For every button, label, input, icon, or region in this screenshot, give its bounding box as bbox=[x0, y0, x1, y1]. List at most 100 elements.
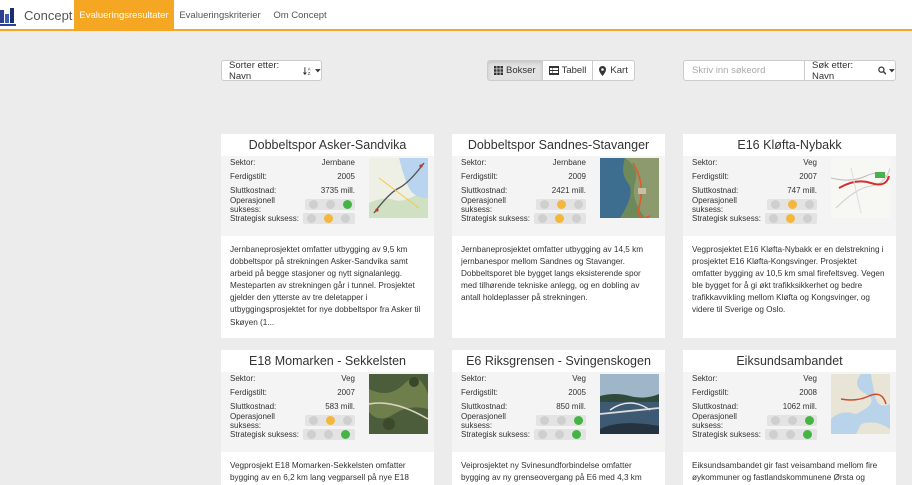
search-by-dropdown-button[interactable]: Søk etter: Navn bbox=[804, 59, 896, 82]
operational-traffic-light bbox=[305, 199, 355, 210]
project-thumbnail[interactable] bbox=[831, 158, 890, 218]
operational-traffic-light bbox=[305, 415, 355, 426]
status-light-green bbox=[341, 430, 350, 439]
svg-text:Z: Z bbox=[308, 71, 311, 76]
sector-value: Veg bbox=[803, 158, 817, 167]
completed-label: Ferdigstilt: bbox=[230, 172, 267, 181]
project-description: Eiksundsambandet gir fast veisamband mel… bbox=[692, 461, 878, 483]
status-light-yellow bbox=[555, 214, 564, 223]
cost-value: 583 mill. bbox=[325, 402, 355, 411]
cost-label: Sluttkostnad: bbox=[692, 402, 739, 411]
status-light-yellow bbox=[326, 200, 336, 209]
status-light-green bbox=[574, 416, 584, 425]
tab-evaluation-results[interactable]: Evalueringsresultater bbox=[74, 0, 174, 31]
strategic-traffic-light bbox=[534, 429, 586, 440]
tab-about-concept[interactable]: Om Concept bbox=[266, 0, 334, 31]
project-thumbnail[interactable] bbox=[369, 374, 428, 434]
table-icon bbox=[548, 66, 559, 75]
project-description: Jernbaneprosjektet omfatter utbygging av… bbox=[230, 245, 421, 327]
operational-label: Operasjonell suksess: bbox=[461, 411, 506, 430]
caret-down-icon bbox=[889, 68, 895, 72]
completed-label: Ferdigstilt: bbox=[461, 388, 498, 397]
status-light-yellow bbox=[786, 430, 795, 439]
strategic-label: Strategisk suksess: bbox=[461, 214, 530, 223]
satellite-map-image bbox=[600, 158, 659, 218]
concept-logo-icon bbox=[0, 5, 18, 27]
strategic-label: Strategisk suksess: bbox=[692, 430, 761, 439]
sector-label: Sektor: bbox=[461, 158, 487, 167]
status-light-red bbox=[538, 214, 547, 223]
strategic-traffic-light bbox=[303, 429, 355, 440]
status-light-red bbox=[540, 200, 550, 209]
top-navbar: Concept Evalueringsresultater Evaluering… bbox=[0, 0, 912, 31]
view-table-button[interactable]: Tabell bbox=[542, 60, 594, 81]
railway-map-image bbox=[369, 158, 428, 218]
status-light-red bbox=[771, 200, 781, 209]
project-card[interactable]: E18 Momarken - Sekkelsten Sektor: Veg Fer… bbox=[221, 350, 434, 485]
cost-value: 2421 mill. bbox=[551, 186, 586, 195]
view-boxes-button[interactable]: Bokser bbox=[487, 60, 543, 81]
status-light-red bbox=[307, 214, 316, 223]
project-card[interactable]: Eiksundsambandet Sektor: Veg Ferdigstilt:… bbox=[683, 350, 896, 485]
status-light-red bbox=[769, 430, 778, 439]
project-title: Eiksundsambandet bbox=[736, 354, 843, 368]
sort-alpha-icon: A Z bbox=[302, 66, 311, 76]
project-thumbnail[interactable] bbox=[600, 158, 659, 218]
status-light-red bbox=[771, 416, 781, 425]
status-light-yellow bbox=[324, 430, 333, 439]
project-card[interactable]: Dobbeltspor Sandnes-Stavanger Sektor: Jer… bbox=[452, 134, 665, 338]
view-boxes-label: Bokser bbox=[506, 65, 536, 76]
strategic-traffic-light bbox=[765, 429, 817, 440]
status-light-green bbox=[803, 430, 812, 439]
project-title: E16 Kløfta-Nybakk bbox=[737, 138, 842, 152]
brand[interactable]: Concept bbox=[0, 0, 72, 31]
completed-value: 2007 bbox=[799, 172, 817, 181]
brand-name: Concept bbox=[24, 8, 73, 23]
project-title: Dobbeltspor Sandnes-Stavanger bbox=[467, 138, 650, 152]
sector-label: Sektor: bbox=[692, 374, 718, 383]
tab-evaluation-criteria[interactable]: Evalueringskriterier bbox=[174, 0, 266, 31]
sector-value: Jernbane bbox=[321, 158, 355, 167]
operational-label: Operasjonell suksess: bbox=[230, 195, 275, 214]
search-input[interactable] bbox=[683, 60, 805, 81]
cost-value: 3735 mill. bbox=[320, 186, 355, 195]
status-light-yellow bbox=[326, 416, 336, 425]
project-thumbnail[interactable] bbox=[600, 374, 659, 434]
completed-value: 2009 bbox=[568, 172, 586, 181]
operational-label: Operasjonell suksess: bbox=[692, 411, 737, 430]
status-light-red bbox=[309, 200, 319, 209]
project-thumbnail[interactable] bbox=[369, 158, 428, 218]
project-card[interactable]: E6 Riksgrensen - Svingenskogen Sektor: Ve… bbox=[452, 350, 665, 485]
road-map-image bbox=[831, 158, 890, 218]
cost-label: Sluttkostnad: bbox=[230, 186, 277, 195]
status-light-green bbox=[805, 200, 815, 209]
completed-value: 2007 bbox=[337, 388, 355, 397]
sort-dropdown-button[interactable]: Sorter etter: Navn A Z bbox=[221, 60, 322, 82]
search-icon bbox=[877, 66, 887, 75]
project-thumbnail[interactable] bbox=[831, 374, 890, 434]
project-card[interactable]: E16 Kløfta-Nybakk Sektor: Veg Ferdigstilt… bbox=[683, 134, 896, 338]
status-light-yellow bbox=[786, 214, 795, 223]
status-light-yellow bbox=[555, 430, 564, 439]
strategic-label: Strategisk suksess: bbox=[230, 430, 299, 439]
coast-map-image bbox=[831, 374, 890, 434]
completed-label: Ferdigstilt: bbox=[230, 388, 267, 397]
status-light-yellow bbox=[788, 200, 798, 209]
sector-value: Veg bbox=[572, 374, 586, 383]
sector-label: Sektor: bbox=[692, 158, 718, 167]
operational-label: Operasjonell suksess: bbox=[692, 195, 737, 214]
caret-down-icon bbox=[315, 68, 321, 72]
project-card[interactable]: Dobbeltspor Asker-Sandvika Sektor: Jernba… bbox=[221, 134, 434, 338]
view-toggle-group: Bokser Tabell Kart bbox=[487, 60, 635, 81]
sector-value: Veg bbox=[341, 374, 355, 383]
view-map-button[interactable]: Kart bbox=[593, 60, 635, 81]
view-table-label: Tabell bbox=[561, 65, 587, 76]
project-title: E18 Momarken - Sekkelsten bbox=[248, 354, 406, 368]
search-by-label: Søk etter: Navn bbox=[812, 59, 854, 82]
status-light-red bbox=[769, 214, 778, 223]
strategic-traffic-light bbox=[303, 213, 355, 224]
completed-value: 2008 bbox=[799, 388, 817, 397]
status-light-yellow bbox=[324, 214, 333, 223]
strategic-label: Strategisk suksess: bbox=[230, 214, 299, 223]
operational-label: Operasjonell suksess: bbox=[461, 195, 506, 214]
